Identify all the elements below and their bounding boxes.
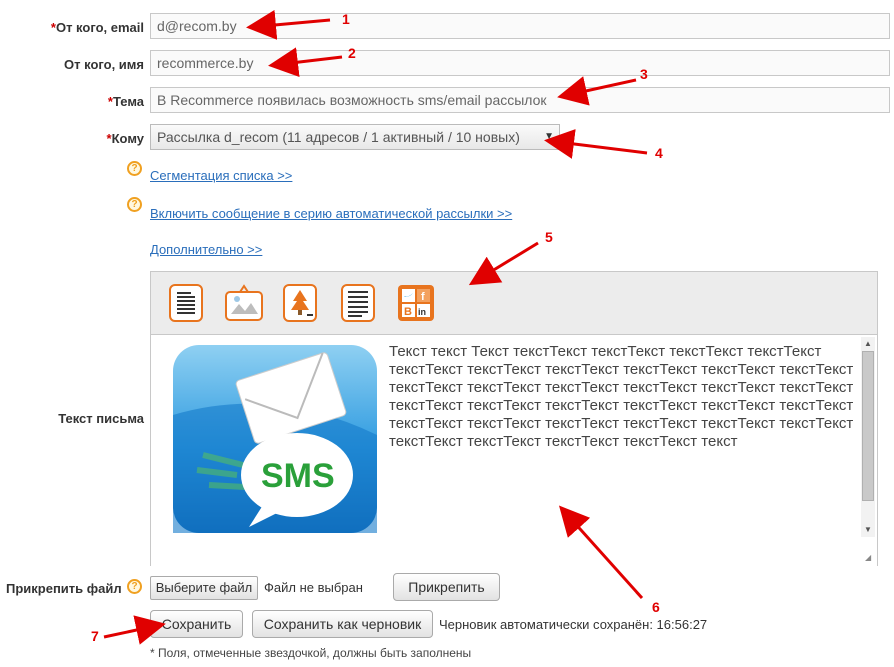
annotation-arrow-4 — [544, 129, 648, 159]
annotation-arrow-6 — [558, 505, 644, 600]
annotation-number-5: 5 — [545, 229, 553, 245]
annotation-number-1: 1 — [342, 11, 350, 27]
annotation-number-6: 6 — [652, 599, 660, 615]
annotation-arrow-7 — [103, 615, 166, 645]
annotation-number-3: 3 — [640, 66, 648, 82]
annotation-arrow-2 — [268, 47, 343, 78]
annotation-arrow-1 — [246, 9, 331, 40]
annotation-arrow-3 — [557, 76, 637, 106]
annotation-number-2: 2 — [348, 45, 356, 61]
annotation-number-4: 4 — [655, 145, 663, 161]
annotation-arrow-5 — [468, 241, 539, 286]
annotation-number-7: 7 — [91, 628, 99, 644]
annotation-arrows — [103, 9, 648, 645]
